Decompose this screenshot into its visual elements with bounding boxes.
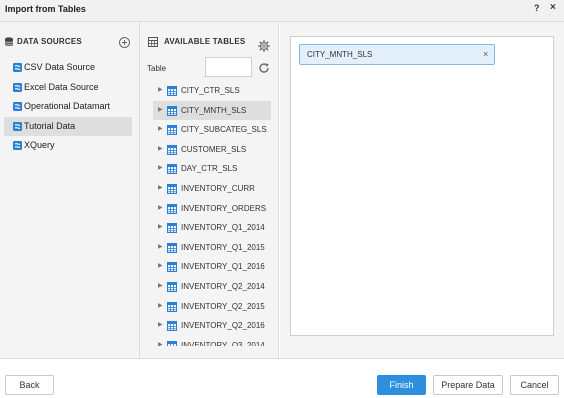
data-source-item[interactable]: Excel Data Source bbox=[4, 78, 132, 98]
remove-table-button[interactable]: × bbox=[483, 49, 488, 59]
expand-arrow-icon[interactable]: ▶ bbox=[158, 238, 163, 258]
title-bar: Import from Tables ? × bbox=[0, 0, 564, 22]
data-source-item[interactable]: CSV Data Source bbox=[4, 58, 132, 78]
cancel-button[interactable]: Cancel bbox=[510, 375, 559, 395]
table-list-item[interactable]: ▶ CUSTOMER_SLS bbox=[153, 140, 271, 160]
table-icon bbox=[167, 340, 177, 346]
database-icon bbox=[4, 37, 14, 46]
table-search-label: Table bbox=[147, 64, 167, 73]
table-icon bbox=[167, 321, 177, 332]
table-list-item[interactable]: ▶ INVENTORY_Q1_2014 bbox=[153, 218, 271, 238]
table-icon bbox=[167, 183, 177, 194]
table-icon bbox=[167, 125, 177, 136]
close-button[interactable]: × bbox=[550, 2, 556, 13]
data-source-icon bbox=[13, 121, 22, 131]
table-label: INVENTORY_CURR bbox=[181, 183, 255, 193]
data-source-label: CSV Data Source bbox=[24, 62, 96, 72]
table-label: INVENTORY_Q1_2016 bbox=[181, 262, 265, 272]
table-list-item[interactable]: ▶ INVENTORY_CURR bbox=[153, 179, 271, 199]
table-label: CUSTOMER_SLS bbox=[181, 144, 247, 154]
back-button[interactable]: Back bbox=[5, 375, 54, 395]
expand-arrow-icon[interactable]: ▶ bbox=[158, 81, 163, 101]
data-source-item[interactable]: Operational Datamart bbox=[4, 97, 132, 117]
data-source-icon bbox=[13, 141, 22, 150]
table-icon bbox=[167, 144, 177, 155]
dialog-title: Import from Tables bbox=[5, 4, 86, 14]
table-label: CITY_SUBCATEG_SLS bbox=[181, 125, 267, 135]
expand-arrow-icon[interactable]: ▶ bbox=[158, 336, 163, 346]
table-list-item[interactable]: ▶ CITY_SUBCATEG_SLS bbox=[153, 120, 271, 140]
table-list-item[interactable]: ▶ INVENTORY_Q1_2016 bbox=[153, 257, 271, 277]
table-list-item[interactable]: ▶ DAY_CTR_SLS bbox=[153, 159, 271, 179]
table-list-item[interactable]: ▶ INVENTORY_Q2_2015 bbox=[153, 297, 271, 317]
selected-table-label: CITY_MNTH_SLS bbox=[307, 50, 373, 59]
table-icon bbox=[167, 301, 177, 312]
refresh-icon[interactable] bbox=[258, 62, 270, 74]
table-icon bbox=[167, 281, 177, 292]
data-source-icon bbox=[13, 102, 22, 111]
table-label: CITY_CTR_SLS bbox=[181, 86, 240, 95]
table-icon bbox=[167, 164, 177, 175]
data-source-label: Tutorial Data bbox=[24, 120, 76, 131]
available-tables-heading: AVAILABLE TABLES bbox=[164, 37, 246, 46]
table-icon bbox=[167, 223, 177, 234]
data-source-label: Excel Data Source bbox=[24, 81, 99, 92]
table-search-input[interactable] bbox=[205, 57, 252, 77]
data-sources-pane: DATA SOURCES CSV Data Source Excel Data S… bbox=[0, 22, 140, 358]
table-list-item[interactable]: ▶ INVENTORY_Q2_2014 bbox=[153, 277, 271, 297]
data-source-icon bbox=[13, 82, 22, 92]
data-source-item[interactable]: Tutorial Data bbox=[4, 116, 132, 136]
available-tables-pane: AVAILABLE TABLES Table ▶ CITY_CTR_SLS ▶ CIT… bbox=[140, 22, 279, 358]
dialog-footer: Back Finish Prepare Data Cancel bbox=[0, 358, 564, 398]
table-label: INVENTORY_Q2_2016 bbox=[181, 321, 265, 331]
expand-arrow-icon[interactable]: ▶ bbox=[158, 316, 163, 336]
help-button[interactable]: ? bbox=[534, 3, 540, 13]
table-label: CITY_MNTH_SLS bbox=[181, 105, 247, 115]
available-tables-list: ▶ CITY_CTR_SLS ▶ CITY_MNTH_SLS ▶ CITY_SUBCATE… bbox=[153, 81, 271, 346]
expand-arrow-icon[interactable]: ▶ bbox=[158, 179, 163, 199]
table-list-item[interactable]: ▶ INVENTORY_Q2_2016 bbox=[153, 316, 271, 336]
table-label: INVENTORY_Q3_2014 bbox=[181, 340, 265, 346]
table-list-item[interactable]: ▶ INVENTORY_Q1_2015 bbox=[153, 238, 271, 258]
table-grid-icon bbox=[148, 37, 158, 47]
expand-arrow-icon[interactable]: ▶ bbox=[158, 277, 163, 297]
expand-arrow-icon[interactable]: ▶ bbox=[158, 140, 163, 160]
selected-table-chip[interactable]: CITY_MNTH_SLS × bbox=[299, 44, 495, 65]
prepare-data-button[interactable]: Prepare Data bbox=[433, 375, 503, 395]
expand-arrow-icon[interactable]: ▶ bbox=[158, 257, 163, 277]
selected-tables-box: CITY_MNTH_SLS × bbox=[290, 36, 554, 336]
data-sources-list: CSV Data Source Excel Data Source Operatio… bbox=[4, 58, 132, 156]
finish-button[interactable]: Finish bbox=[377, 375, 426, 395]
table-label: DAY_CTR_SLS bbox=[181, 164, 238, 174]
data-sources-heading: DATA SOURCES bbox=[17, 37, 82, 46]
data-source-label: Operational Datamart bbox=[24, 101, 111, 111]
data-source-icon bbox=[13, 63, 22, 72]
table-list-item[interactable]: ▶ INVENTORY_ORDERS bbox=[153, 199, 271, 219]
selected-tables-pane: CITY_MNTH_SLS × bbox=[280, 22, 564, 358]
add-data-source-button[interactable] bbox=[119, 37, 130, 48]
table-label: INVENTORY_Q2_2014 bbox=[181, 281, 265, 291]
table-list-item[interactable]: ▶ CITY_MNTH_SLS bbox=[153, 100, 271, 121]
table-icon bbox=[167, 262, 177, 273]
table-label: INVENTORY_Q1_2015 bbox=[181, 242, 265, 252]
expand-arrow-icon[interactable]: ▶ bbox=[158, 120, 163, 140]
gear-icon[interactable] bbox=[258, 40, 270, 52]
table-label: INVENTORY_Q2_2015 bbox=[181, 301, 265, 311]
table-list-item[interactable]: ▶ CITY_CTR_SLS bbox=[153, 81, 271, 101]
table-label: INVENTORY_Q1_2014 bbox=[181, 223, 265, 233]
expand-arrow-icon[interactable]: ▶ bbox=[158, 101, 163, 121]
data-source-label: XQuery bbox=[24, 140, 55, 150]
table-list-item[interactable]: ▶ INVENTORY_Q3_2014 bbox=[153, 336, 271, 346]
table-icon bbox=[167, 105, 177, 116]
table-label: INVENTORY_ORDERS bbox=[181, 203, 267, 213]
table-icon bbox=[167, 242, 177, 253]
data-source-item[interactable]: XQuery bbox=[4, 136, 132, 156]
expand-arrow-icon[interactable]: ▶ bbox=[158, 297, 163, 317]
table-icon bbox=[167, 203, 177, 214]
expand-arrow-icon[interactable]: ▶ bbox=[158, 199, 163, 219]
expand-arrow-icon[interactable]: ▶ bbox=[158, 218, 163, 238]
table-icon bbox=[167, 86, 177, 96]
expand-arrow-icon[interactable]: ▶ bbox=[158, 159, 163, 179]
